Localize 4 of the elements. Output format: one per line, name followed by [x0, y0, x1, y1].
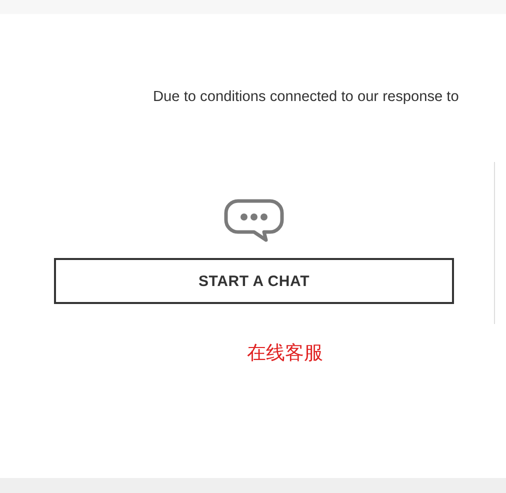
chat-bubble-icon: [224, 198, 284, 242]
start-chat-button[interactable]: START A CHAT: [54, 258, 454, 304]
notice-text: Due to conditions connected to our response to: [153, 88, 460, 106]
caption-text: 在线客服: [247, 342, 324, 366]
